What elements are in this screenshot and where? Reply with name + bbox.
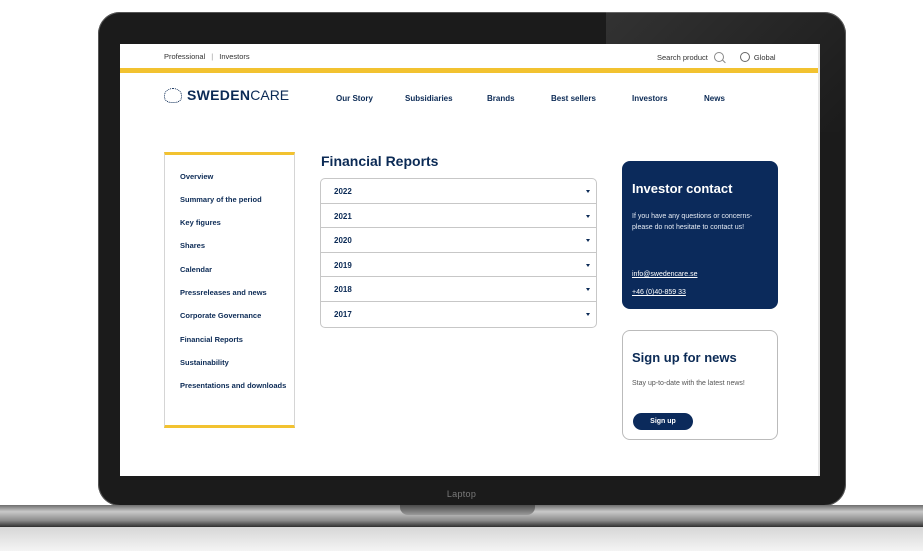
reports-accordion: 2022 2021 2020 2019 2018 2017 bbox=[320, 178, 597, 328]
chevron-down-icon bbox=[586, 312, 590, 316]
contact-text: If you have any questions or concerns- p… bbox=[632, 213, 753, 231]
accordion-row-2018[interactable]: 2018 bbox=[321, 277, 596, 302]
search-product-label[interactable]: Search product bbox=[657, 53, 708, 62]
logo-text-thin: CARE bbox=[250, 87, 290, 103]
contact-email-link[interactable]: info@swedencare.se bbox=[632, 271, 697, 278]
chevron-down-icon bbox=[586, 214, 590, 218]
browser-screen: Professional | Investors Search product … bbox=[120, 44, 820, 476]
header-accent-bar bbox=[120, 68, 820, 73]
chevron-down-icon bbox=[586, 263, 590, 267]
scrollbar[interactable] bbox=[818, 44, 820, 476]
laptop-base-shadow bbox=[0, 527, 923, 551]
page-title: Financial Reports bbox=[321, 153, 439, 169]
accordion-year-label: 2019 bbox=[334, 260, 352, 270]
nav-our-story[interactable]: Our Story bbox=[336, 94, 373, 103]
logo-mark-icon bbox=[164, 87, 182, 103]
site-logo[interactable]: SWEDENCARE bbox=[164, 87, 289, 103]
utility-links: Professional | Investors bbox=[164, 52, 250, 61]
nav-brands[interactable]: Brands bbox=[487, 94, 515, 103]
chevron-down-icon bbox=[586, 190, 590, 193]
sidebar-item-presentations[interactable]: Presentations and downloads bbox=[180, 381, 290, 391]
chevron-down-icon bbox=[586, 288, 590, 292]
sidebar-item-pressreleases[interactable]: Pressreleases and news bbox=[180, 288, 290, 298]
accordion-row-2019[interactable]: 2019 bbox=[321, 253, 596, 278]
investor-contact-card: Investor contact If you have any questio… bbox=[622, 161, 778, 309]
logo-text-bold: SWEDEN bbox=[187, 87, 251, 103]
nav-news[interactable]: News bbox=[704, 94, 725, 103]
nav-investors[interactable]: Investors bbox=[632, 94, 668, 103]
sidebar-item-shares[interactable]: Shares bbox=[180, 241, 290, 251]
sidebar-item-governance[interactable]: Corporate Governance bbox=[180, 311, 290, 321]
professional-link[interactable]: Professional bbox=[164, 52, 205, 61]
accordion-year-label: 2020 bbox=[334, 236, 352, 246]
accordion-row-2020[interactable]: 2020 bbox=[321, 228, 596, 253]
newsletter-card: Sign up for news Stay up-to-date with th… bbox=[622, 330, 778, 440]
utility-bar: Professional | Investors Search product … bbox=[120, 44, 820, 68]
sidebar-item-overview[interactable]: Overview bbox=[180, 172, 290, 182]
investor-sidebar: Overview Summary of the period Key figur… bbox=[164, 152, 295, 428]
accordion-year-label: 2021 bbox=[334, 211, 352, 221]
accordion-row-2022[interactable]: 2022 bbox=[321, 179, 596, 204]
utility-right: Search product Global bbox=[657, 52, 776, 62]
utility-separator: | bbox=[211, 52, 214, 61]
accordion-year-label: 2018 bbox=[334, 285, 352, 295]
laptop-label: Laptop bbox=[446, 489, 477, 499]
nav-subsidiaries[interactable]: Subsidiaries bbox=[405, 94, 453, 103]
contact-phone-link[interactable]: +46 (0)40-859 33 bbox=[632, 289, 686, 296]
newsletter-title: Sign up for news bbox=[632, 350, 737, 365]
sidebar-item-summary[interactable]: Summary of the period bbox=[180, 195, 290, 205]
newsletter-text: Stay up-to-date with the latest news! bbox=[632, 380, 745, 387]
region-selector[interactable]: Global bbox=[754, 53, 776, 62]
laptop-notch bbox=[400, 505, 535, 515]
accordion-row-2017[interactable]: 2017 bbox=[321, 302, 596, 327]
globe-icon[interactable] bbox=[739, 52, 750, 62]
sign-up-button[interactable]: Sign up bbox=[633, 413, 693, 430]
contact-title: Investor contact bbox=[632, 181, 733, 196]
sidebar-item-key-figures[interactable]: Key figures bbox=[180, 218, 290, 228]
investors-utility-link[interactable]: Investors bbox=[219, 52, 249, 61]
sidebar-item-sustainability[interactable]: Sustainability bbox=[180, 358, 290, 368]
nav-best-sellers[interactable]: Best sellers bbox=[551, 94, 596, 103]
sidebar-item-calendar[interactable]: Calendar bbox=[180, 265, 290, 275]
accordion-year-label: 2017 bbox=[334, 309, 352, 319]
chevron-down-icon bbox=[586, 239, 590, 243]
sidebar-item-financial-reports[interactable]: Financial Reports bbox=[180, 335, 290, 345]
search-icon[interactable] bbox=[713, 52, 724, 62]
accordion-row-2021[interactable]: 2021 bbox=[321, 204, 596, 229]
accordion-year-label: 2022 bbox=[334, 187, 352, 196]
